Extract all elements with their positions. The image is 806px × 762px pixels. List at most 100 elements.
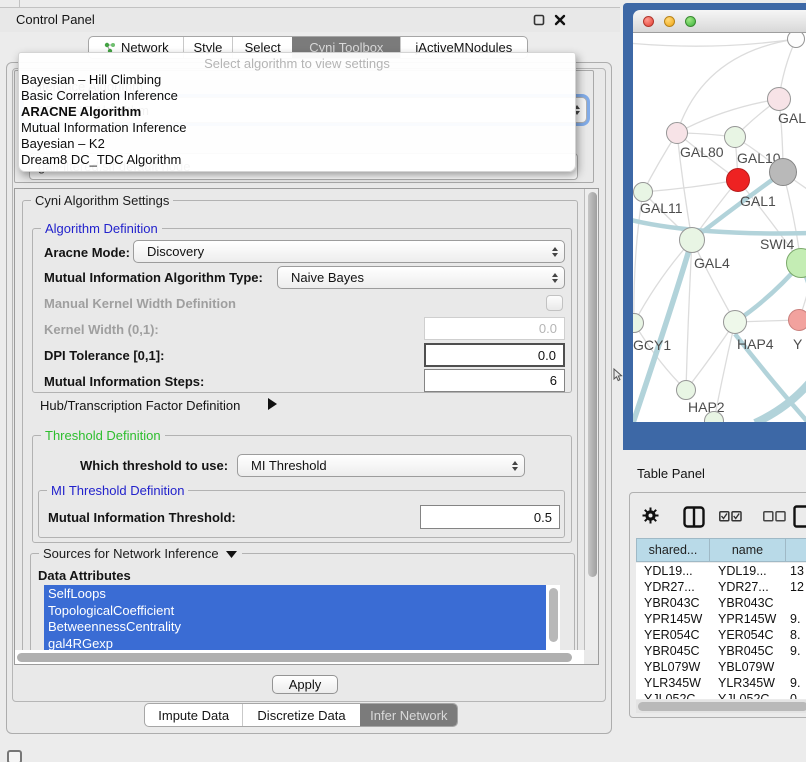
mi-steps-field[interactable]: 6 [424,369,565,392]
dpi-tolerance-value: 0.0 [538,348,556,363]
close-window-icon[interactable] [643,16,654,27]
table-rows: YDL19... YDL19... 13 YDR27... YDR27... 1… [636,563,806,699]
table-header-extra[interactable] [786,538,806,562]
algorithm-definition-title: Algorithm Definition [41,222,162,235]
mi-type-combo[interactable]: Naive Bayes [277,266,565,289]
manual-kernel-checkbox[interactable] [546,295,563,311]
table-row[interactable]: YLR345W YLR345W 9. [636,675,806,691]
aracne-mode-combo[interactable]: Discovery [133,240,565,263]
graph-node[interactable] [769,158,797,186]
aracne-mode-value: Discovery [147,244,204,259]
tab-discretize-data-label: Discretize Data [257,708,345,723]
table-hscrollbar-thumb[interactable] [638,702,806,711]
table-row[interactable]: YPR145W YPR145W 9. [636,611,806,627]
hscrollbar-thumb[interactable] [17,653,572,662]
table-row[interactable]: YER054C YER054C 8. [636,627,806,643]
select-all-icon[interactable] [719,511,742,522]
dropdown-item[interactable]: Mutual Information Inference [19,120,575,136]
zoom-window-icon[interactable] [685,16,696,27]
tab-infer-network[interactable]: Infer Network [360,704,457,726]
kernel-width-label: Kernel Width (0,1): [44,322,159,337]
header-label: name [732,543,763,557]
graph-node[interactable] [633,313,644,333]
minimize-window-icon[interactable] [664,16,675,27]
kernel-width-field[interactable]: 0.0 [424,317,565,340]
graph-node[interactable] [679,227,705,253]
scroll-corner [584,650,598,664]
dropdown-prompt: Select algorithm to view settings [19,56,575,72]
table-row[interactable]: YJL052C YJL052C 0. [636,691,806,699]
graph-node-label: Y [793,336,802,352]
vscrollbar-track[interactable] [584,189,598,650]
attr-rows: SelfLoopsTopologicalCoefficientBetweenne… [44,585,560,652]
mi-threshold-group-title: MI Threshold Definition [47,484,188,497]
mi-steps-value: 6 [550,373,557,388]
table-row[interactable]: YDR27... YDR27... 12 [636,579,806,595]
tab-discretize-data[interactable]: Discretize Data [242,704,359,726]
page-icon[interactable] [793,505,806,528]
hscrollbar-track[interactable] [15,650,584,664]
table-row[interactable]: YDL19... YDL19... 13 [636,563,806,579]
vscrollbar-thumb[interactable] [588,192,597,577]
graph-node-label: GAL1 [740,193,776,209]
dropdown-item[interactable]: Bayesian – Hill Climbing [19,72,575,88]
top-strip-divider [19,0,20,8]
dropdown-item[interactable]: Basic Correlation Inference [19,88,575,104]
table-row[interactable]: YBR043C YBR043C [636,595,806,611]
columns-icon[interactable] [683,506,705,528]
graph-node[interactable] [676,380,696,400]
table-row[interactable]: YBR045C YBR045C 9. [636,643,806,659]
network-window-titlebar[interactable] [633,10,806,33]
network-canvas[interactable]: GALGAL80GAL10GAL1GAL11GAL4SWI4GCY1HAP4YH… [633,33,806,422]
table-rows-repeat: YDL19... YDL19... 13 YDR27... YDR27... 1… [636,563,806,699]
table-row[interactable]: YBL079W YBL079W [636,659,806,675]
mouse-cursor [613,368,623,382]
tab-impute-data[interactable]: Impute Data [145,704,242,726]
graph-node[interactable] [767,87,791,111]
graph-node[interactable] [633,182,653,202]
cyni-algorithm-settings-title: Cyni Algorithm Settings [31,194,173,207]
dropdown-item[interactable]: Dream8 DC_TDC Algorithm [19,152,575,168]
graph-node-label: HAP4 [737,336,774,352]
mi-type-value: Naive Bayes [291,270,364,285]
graph-node-label: SWI4 [760,236,794,252]
graph-node[interactable] [786,248,806,278]
docked-panel-icon[interactable] [7,750,22,762]
graph-node-label: GCY1 [633,337,671,353]
apply-button[interactable]: Apply [272,675,338,694]
list-vscrollbar[interactable] [549,588,558,642]
hub-factor-label[interactable]: Hub/Transcription Factor Definition [40,398,240,413]
manual-kernel-label: Manual Kernel Width Definition [44,296,236,311]
dpi-tolerance-label: DPI Tolerance [0,1]: [44,348,164,363]
graph-node[interactable] [666,122,688,144]
deselect-all-icon[interactable] [763,511,786,522]
kernel-width-value: 0.0 [539,321,557,336]
data-attributes-list[interactable]: SelfLoopsTopologicalCoefficientBetweenne… [44,585,560,652]
mi-threshold-field[interactable]: 0.5 [420,505,560,529]
list-item[interactable]: SelfLoops [44,585,546,602]
float-panel-icon[interactable] [533,14,545,26]
list-item[interactable]: TopologicalCoefficient [44,602,546,619]
mi-type-label: Mutual Information Algorithm Type: [44,270,263,285]
list-item[interactable]: BetweennessCentrality [44,619,546,636]
graph-node[interactable] [788,309,806,331]
dropdown-item[interactable]: ARACNE Algorithm [19,104,575,120]
graph-node[interactable] [724,126,746,148]
which-threshold-combo[interactable]: MI Threshold [237,454,525,477]
table-hscrollbar[interactable] [636,700,806,713]
close-panel-icon[interactable] [554,14,566,26]
graph-node[interactable] [723,310,747,334]
control-panel-title: Control Panel [16,12,95,27]
app-top-strip [0,0,620,8]
gear-icon[interactable] [642,507,659,524]
dpi-tolerance-field[interactable]: 0.0 [424,343,565,367]
graph-node[interactable] [726,168,750,192]
graph-node[interactable] [787,33,805,48]
tab-infer-network-label: Infer Network [370,708,447,723]
expand-arrow-icon[interactable] [266,397,278,411]
collapse-arrow-icon[interactable] [225,549,238,559]
dropdown-item[interactable]: Bayesian – K2 [19,136,575,152]
table-header-shared[interactable]: shared... [636,538,710,562]
table-header-name[interactable]: name [710,538,786,562]
sources-title-text: Sources for Network Inference [43,547,219,560]
